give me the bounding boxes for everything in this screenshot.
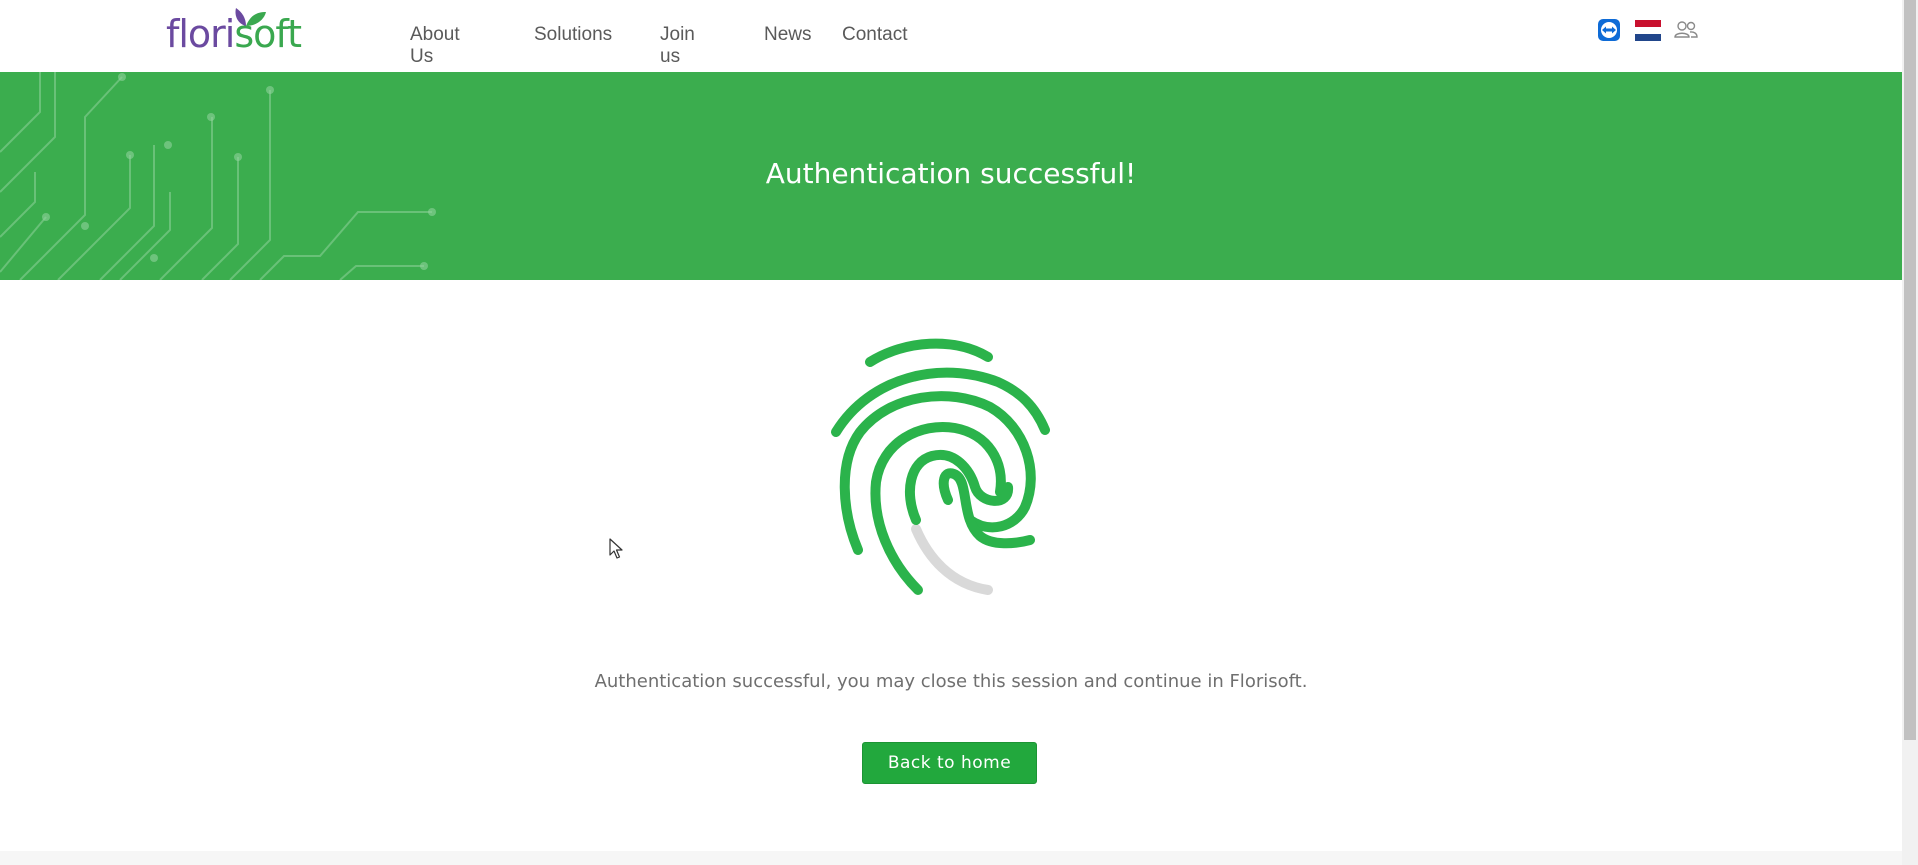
page-title: Authentication successful!	[765, 157, 1137, 190]
dutch-flag-icon[interactable]	[1635, 18, 1661, 42]
page-banner: Authentication successful!	[0, 72, 1902, 280]
teamviewer-icon[interactable]	[1597, 18, 1621, 42]
nav-about-us[interactable]: About Us	[410, 24, 460, 68]
footer-band	[0, 851, 1902, 865]
nav-solutions[interactable]: Solutions	[534, 24, 612, 46]
auth-success-message: Authentication successful, you may close…	[594, 671, 1308, 692]
nav-news[interactable]: News	[764, 24, 812, 46]
back-to-home-button[interactable]: Back to home	[862, 742, 1037, 784]
users-icon[interactable]	[1673, 18, 1699, 42]
nav-join-us[interactable]: Join us	[660, 24, 695, 68]
mouse-cursor-icon	[609, 538, 623, 559]
leaf-icon	[235, 8, 266, 26]
nav-contact[interactable]: Contact	[842, 24, 907, 46]
fingerprint-icon	[831, 338, 1050, 595]
florisoft-logo[interactable]: florisoft	[166, 8, 302, 56]
scrollbar-thumb[interactable]	[1904, 0, 1916, 740]
site-header: florisoft About Us Solutions Join us New…	[0, 0, 1902, 72]
